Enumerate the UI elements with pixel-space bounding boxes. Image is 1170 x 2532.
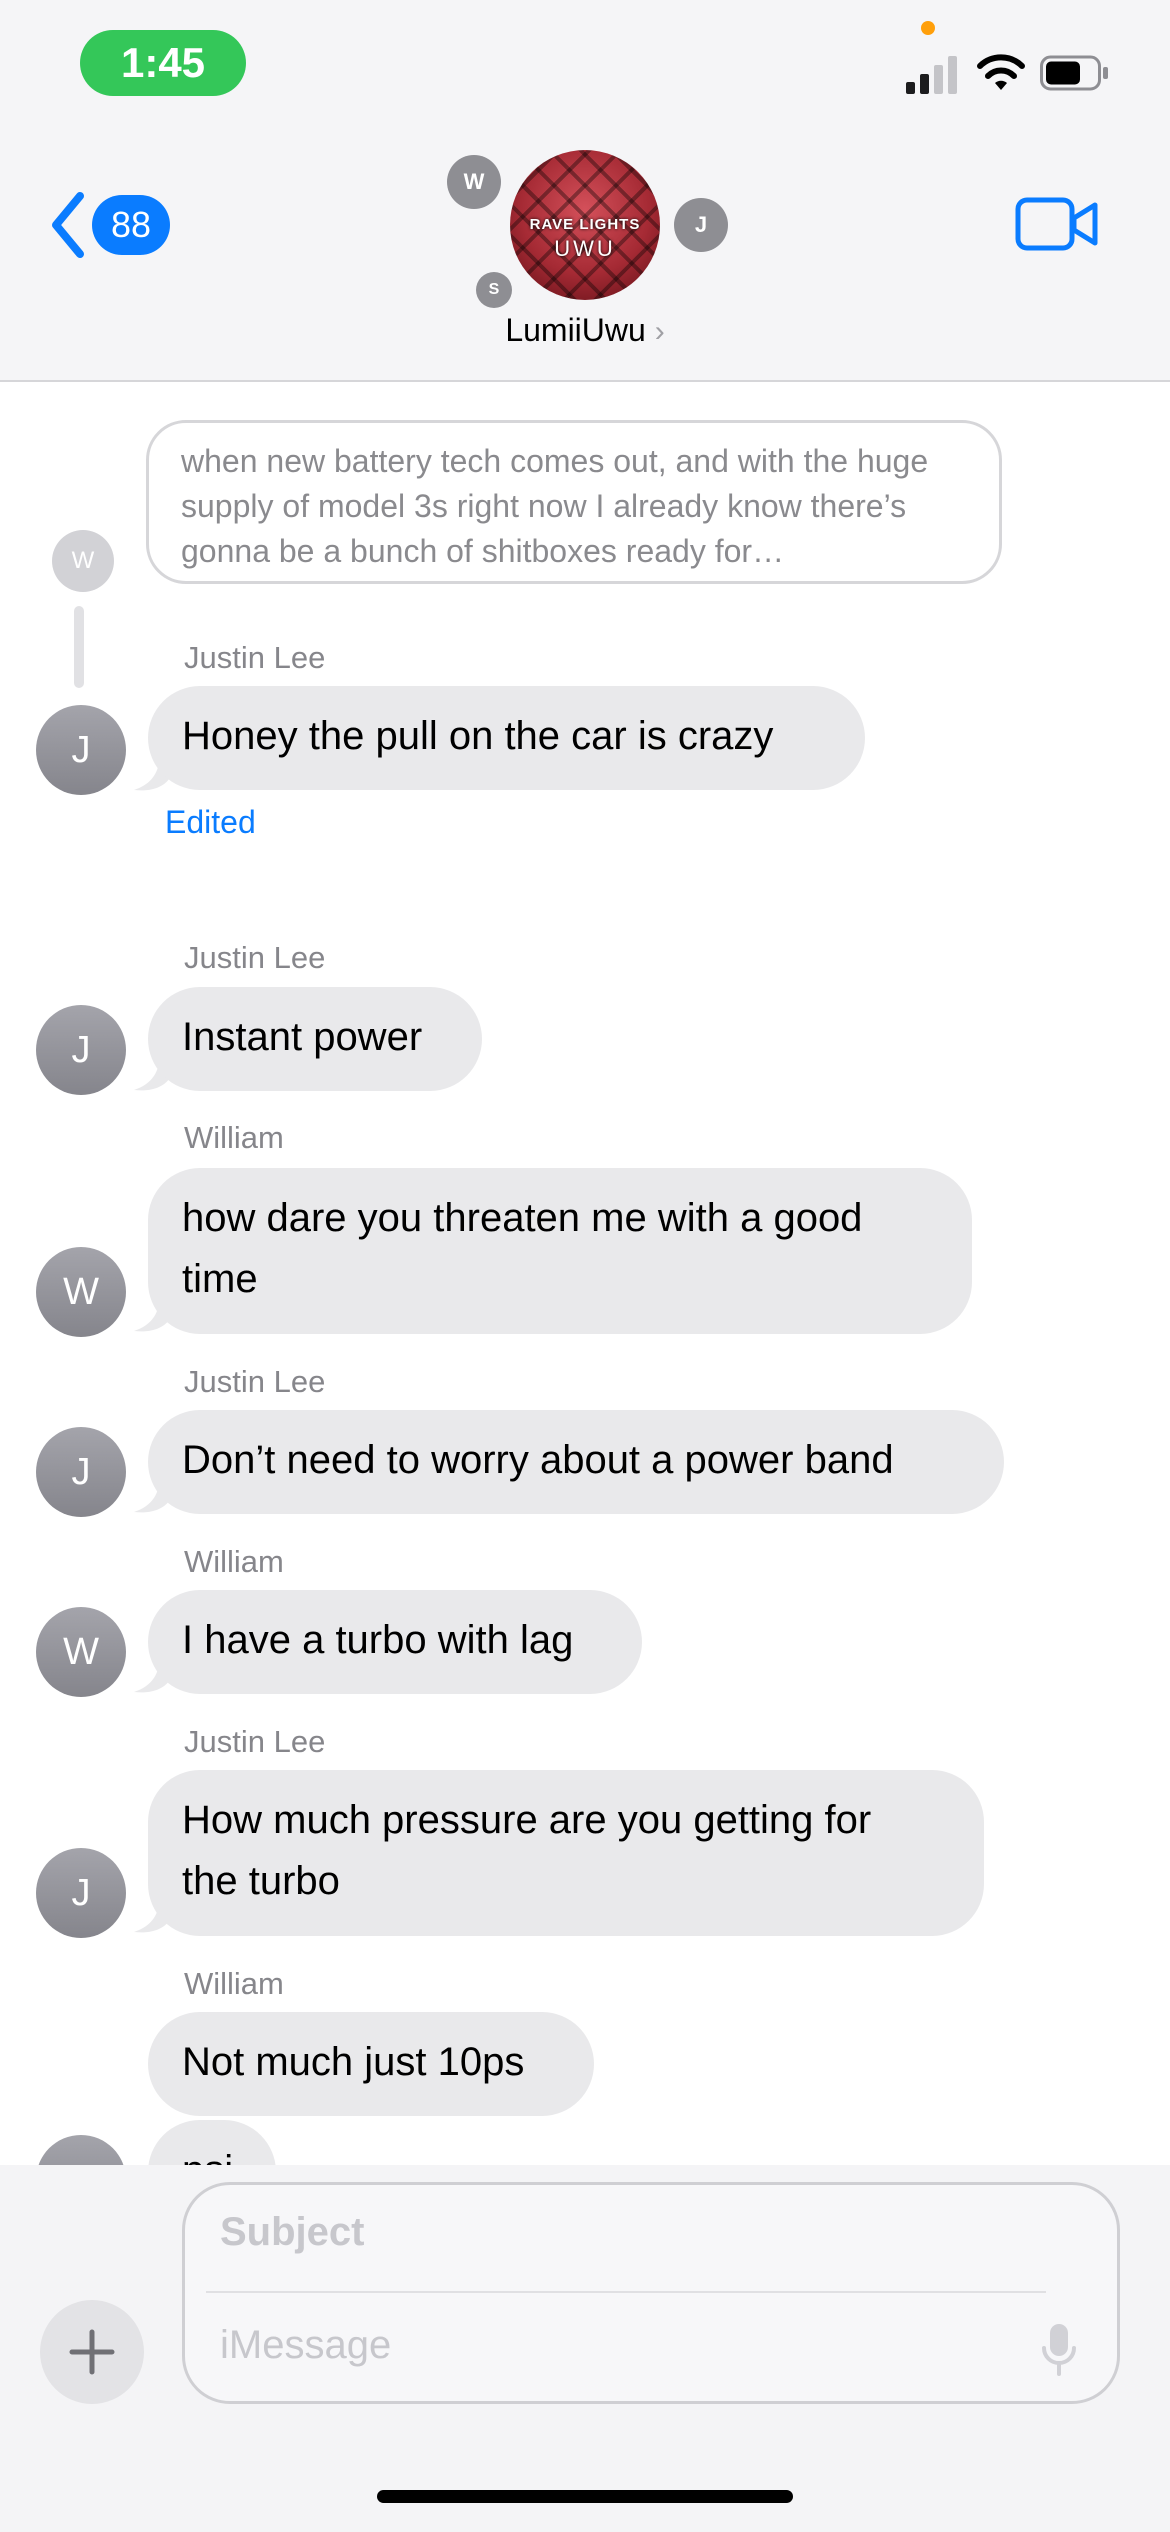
message-text: Instant power [182,1015,423,1059]
message-text: the turbo [182,1859,340,1903]
message-text: I have a turbo with lag [182,1618,574,1662]
member-avatar: W [447,155,501,209]
back-unread-count[interactable]: 88 [92,195,170,255]
home-indicator [377,2490,793,2503]
sender-name: William [184,1966,284,2001]
battery-icon [1040,55,1108,91]
plus-icon [69,2329,115,2375]
message-text: Not much just 10ps [182,2040,525,2084]
sender-name: Justin Lee [184,940,326,975]
group-name-label: LumiiUwu [505,312,646,348]
sender-name: Justin Lee [184,1724,326,1759]
compose-divider [206,2291,1046,2293]
message-bubble[interactable]: I have a turbo with lag [148,1590,642,1694]
subject-input[interactable]: Subject [220,2210,364,2255]
wifi-icon [977,54,1025,90]
avatar: W [36,1247,126,1337]
group-avatar[interactable]: RAVE LIGHTS UWU [510,150,660,300]
sender-name: Justin Lee [184,640,326,675]
message-bubble[interactable]: How much pressure are you getting for th… [148,1770,984,1936]
member-avatar: J [674,198,728,252]
message-bubble[interactable]: Not much just 10ps [148,2012,594,2116]
message-text: How much pressure are you getting for [182,1798,872,1842]
member-avatar: S [476,272,512,308]
sender-name: William [184,1544,284,1579]
avatar: J [36,1848,126,1938]
message-text: Honey the pull on the car is crazy [182,714,774,758]
avatar: J [36,1427,126,1517]
microphone-icon[interactable] [1040,2322,1078,2378]
edited-label[interactable]: Edited [165,804,256,841]
chevron-right-icon: › [654,315,665,348]
message-text: Don’t need to worry about a power band [182,1438,894,1482]
add-attachment-button[interactable] [40,2300,144,2404]
avatar: J [36,705,126,795]
message-bubble[interactable]: Don’t need to worry about a power band [148,1410,1004,1514]
sender-name: William [184,1120,284,1155]
group-photo-text: UWU [554,236,616,261]
message-bubble[interactable]: Honey the pull on the car is crazy [148,686,865,790]
quoted-reply[interactable]: when new battery tech comes out, and wit… [146,420,1002,584]
reply-thread-line [74,606,84,688]
group-name[interactable]: LumiiUwu › [420,312,750,349]
avatar: J [36,1005,126,1095]
message-input[interactable]: iMessage [220,2323,391,2368]
message-text: how dare you threaten me with a good [182,1196,863,1240]
avatar: W [36,1607,126,1697]
message-text: time [182,1257,258,1301]
message-bubble[interactable]: Instant power [148,987,482,1091]
privacy-indicator-dot [921,21,935,35]
group-photo-text: RAVE LIGHTS [529,216,641,233]
sender-name: Justin Lee [184,1364,326,1399]
message-bubble[interactable]: how dare you threaten me with a good tim… [148,1168,972,1334]
signal-icon [906,54,962,94]
back-chevron-icon[interactable] [48,190,88,260]
avatar: W [52,530,114,592]
status-time: 1:45 [80,30,246,96]
video-camera-icon[interactable] [1015,196,1100,252]
